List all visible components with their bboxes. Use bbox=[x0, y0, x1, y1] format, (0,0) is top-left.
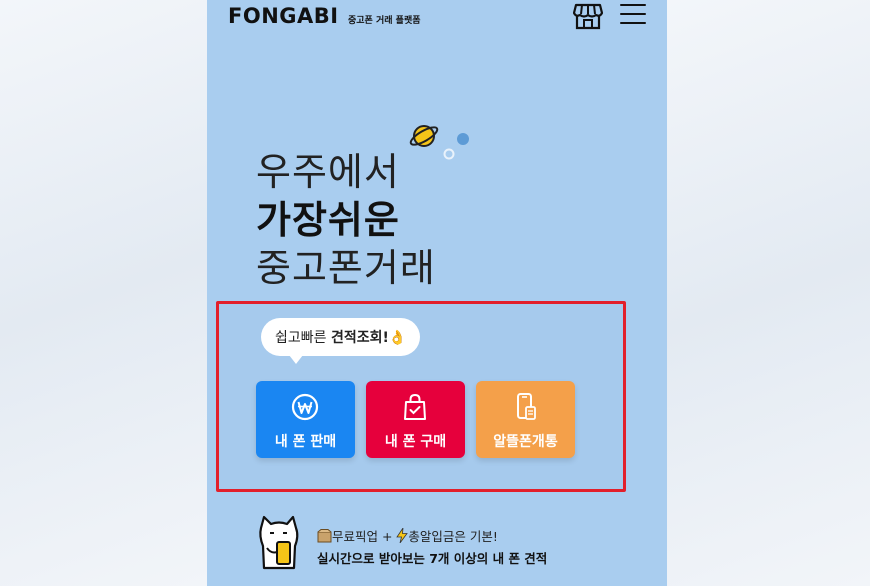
phone-sim-icon bbox=[510, 392, 540, 422]
page-background-right bbox=[667, 0, 870, 586]
hero-line-3: 중고폰거래 bbox=[256, 246, 436, 290]
store-icon[interactable] bbox=[572, 3, 604, 30]
hero-line-2: 가장쉬운 bbox=[256, 198, 400, 242]
buy-phone-button[interactable]: 내 폰 구매 bbox=[366, 381, 465, 458]
box-icon bbox=[317, 529, 332, 546]
cat-mascot-icon bbox=[255, 514, 303, 570]
quote-speech-bubble: 쉽고빠른 견적조회!👌 bbox=[261, 318, 421, 364]
bubble-prefix: 쉽고빠른 bbox=[275, 330, 331, 346]
ok-hand-icon: 👌 bbox=[388, 330, 407, 346]
promo-deposit-text: 총알입금은 기본! bbox=[408, 529, 498, 544]
budget-phone-activation-button[interactable]: 알뜰폰개통 bbox=[476, 381, 575, 458]
won-coin-icon bbox=[290, 392, 320, 422]
tagline: 중고폰 거래 플랫폼 bbox=[348, 16, 421, 26]
promo-pickup-text: 무료픽업 + bbox=[332, 529, 397, 544]
hamburger-menu-icon[interactable] bbox=[620, 4, 646, 26]
promo-headline: 무료픽업 + 총알입금은 기본! bbox=[317, 526, 498, 546]
buy-phone-label: 내 폰 구매 bbox=[384, 434, 447, 450]
budget-phone-activation-label: 알뜰폰개통 bbox=[493, 434, 558, 450]
promo-subtext: 실시간으로 받아보는 7개 이상의 내 폰 견적 bbox=[317, 551, 548, 566]
sell-my-phone-button[interactable]: 내 폰 판매 bbox=[256, 381, 355, 458]
bubble-emphasis: 견적조회! bbox=[330, 330, 389, 346]
lightning-icon bbox=[396, 527, 409, 546]
promo-banner: 무료픽업 + 총알입금은 기본! 실시간으로 받아보는 7개 이상의 내 폰 견… bbox=[255, 514, 635, 574]
hero-headline: 우주에서 가장쉬운 중고폰거래 bbox=[256, 148, 436, 292]
sell-my-phone-label: 내 폰 판매 bbox=[274, 434, 337, 450]
header: FONGABI 중고폰 거래 플랫폼 bbox=[207, 0, 667, 34]
page-background-left bbox=[0, 0, 207, 586]
logo[interactable]: FONGABI bbox=[228, 4, 339, 28]
hero-line-1: 우주에서 bbox=[256, 150, 400, 194]
shopping-bag-icon bbox=[400, 392, 430, 422]
mobile-app-view: FONGABI 중고폰 거래 플랫폼 우주에서 가장쉬운 중고폰거래 쉽고빠른 … bbox=[207, 0, 667, 586]
